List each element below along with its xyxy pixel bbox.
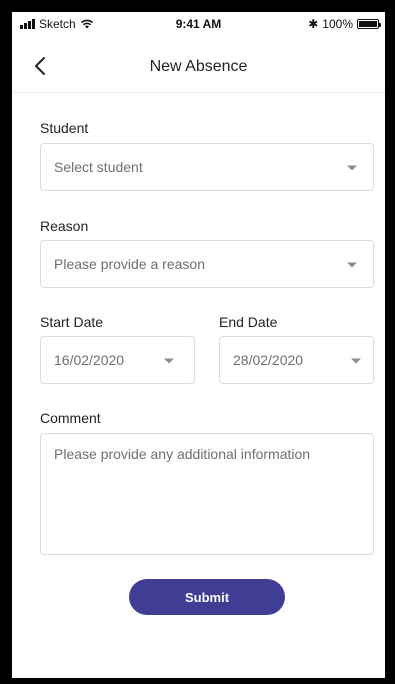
reason-label: Reason [40,218,89,234]
submit-button[interactable]: Submit [129,579,285,615]
nav-bar: New Absence [12,46,385,93]
bluetooth-icon: ✱ [308,17,319,31]
dropdown-caret-icon [347,165,357,171]
student-label: Student [40,120,89,136]
status-bar: Sketch 9:41 AM ✱ 100% [12,12,385,36]
reason-select[interactable]: Please provide a reason [40,240,374,288]
student-select[interactable]: Select student [40,143,374,191]
status-right: ✱ 100% [308,17,381,31]
comment-label: Comment [40,410,101,426]
start-date-label: Start Date [40,314,104,330]
carrier-name: Sketch [39,17,76,31]
start-date-select[interactable]: 16/02/2020 [40,336,195,384]
dropdown-caret-icon [347,262,357,268]
student-placeholder: Select student [54,159,143,175]
page-title: New Absence [149,58,248,75]
signal-icon [20,19,35,29]
dropdown-caret-icon [164,358,174,364]
status-time: 9:41 AM [175,17,222,31]
comment-placeholder: Please provide any additional informatio… [54,446,311,462]
dropdown-caret-icon [351,358,361,364]
phone-frame: Sketch 9:41 AM ✱ 100% New Absence Studen… [0,0,395,684]
comment-textarea[interactable]: Please provide any additional informatio… [40,433,374,555]
start-date-value: 16/02/2020 [54,352,125,368]
battery-icon [357,19,381,29]
reason-placeholder: Please provide a reason [54,256,205,272]
status-left: Sketch [20,17,94,31]
battery-percentage: 100% [322,17,353,31]
end-date-value: 28/02/2020 [233,352,304,368]
end-date-label: End Date [219,314,278,330]
screen: Sketch 9:41 AM ✱ 100% New Absence Studen… [12,12,385,678]
wifi-icon [80,19,94,29]
end-date-select[interactable]: 28/02/2020 [219,336,374,384]
